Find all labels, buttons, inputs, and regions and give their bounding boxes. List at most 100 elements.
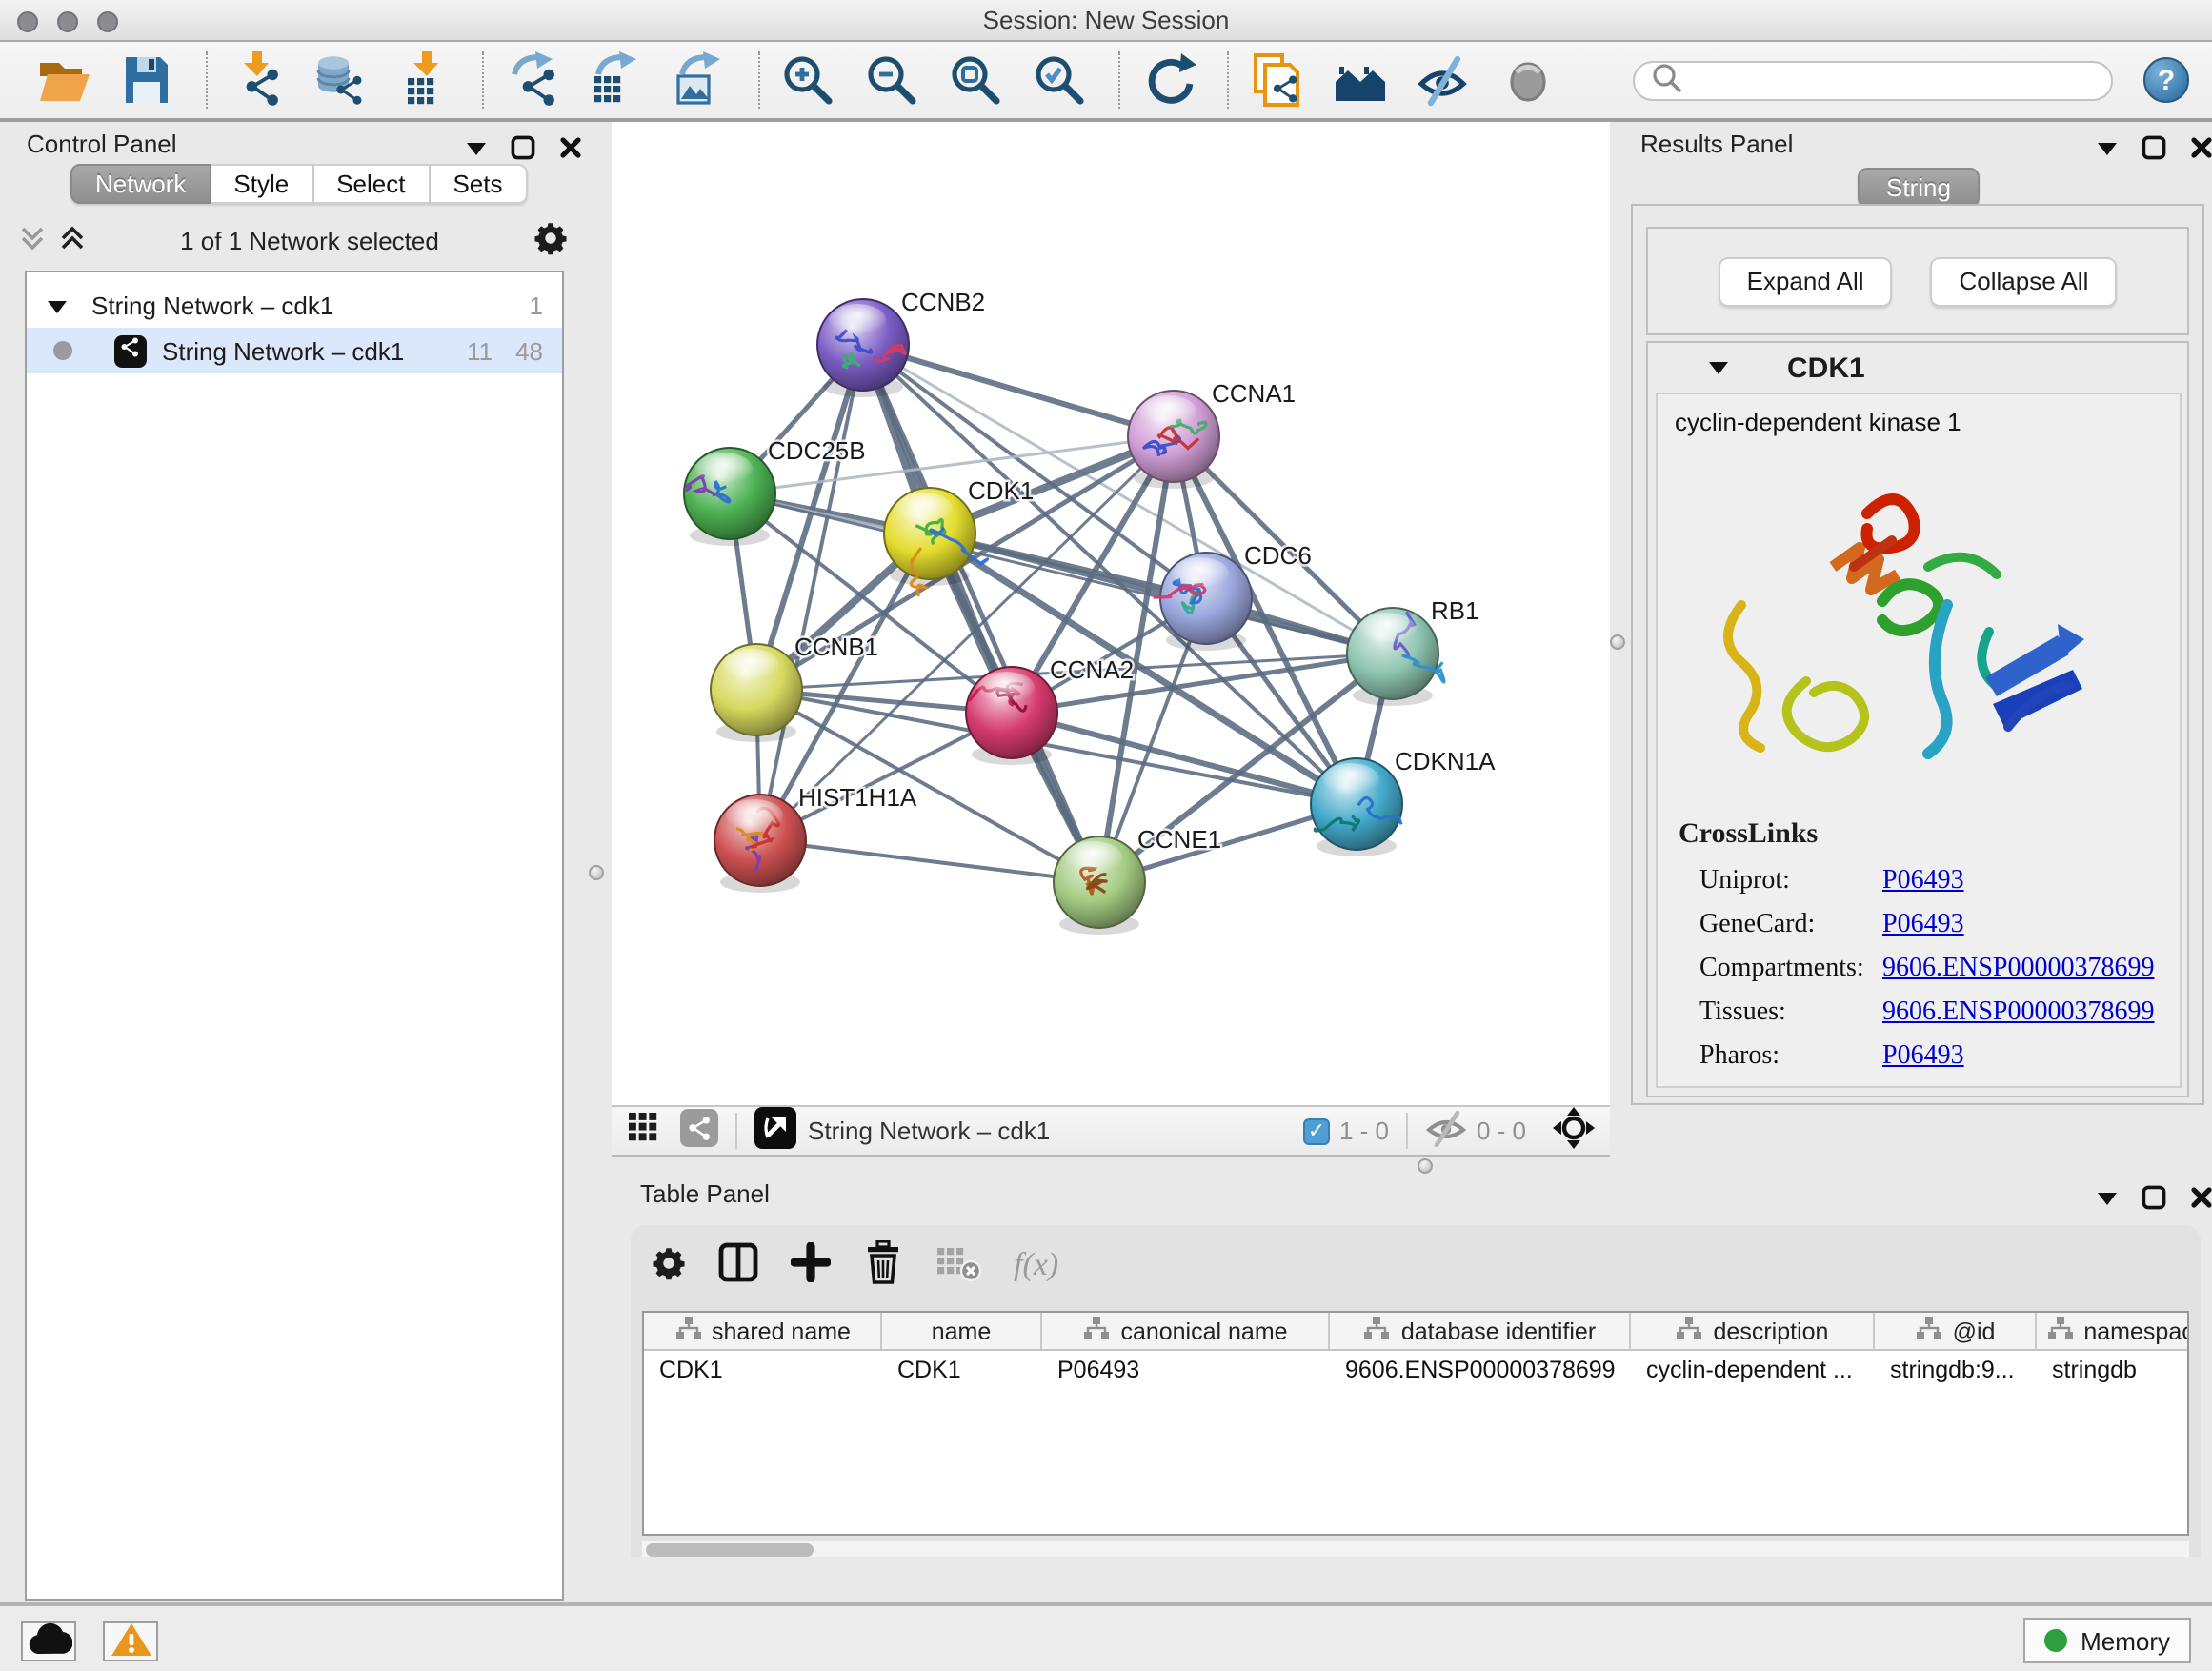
zoom-in-button[interactable]: [779, 50, 836, 111]
expand-all-tree-icon[interactable]: [59, 224, 86, 256]
hidden-eye-icon[interactable]: [1425, 1109, 1467, 1153]
column-header-description[interactable]: description: [1631, 1313, 1875, 1349]
table-options-gear-icon[interactable]: [652, 1245, 686, 1285]
column-header-shared-name[interactable]: shared name: [644, 1313, 882, 1349]
tab-select[interactable]: Select: [313, 164, 430, 204]
close-window-icon[interactable]: [17, 11, 38, 32]
open-session-icon: [34, 51, 91, 109]
horizontal-splitter-handle[interactable]: [1418, 1158, 1433, 1174]
network-options-gear-icon[interactable]: [533, 220, 568, 260]
panel-close-icon[interactable]: [558, 135, 583, 160]
open-in-window-icon[interactable]: [754, 1107, 796, 1155]
panel-close-icon[interactable]: [2189, 1185, 2212, 1210]
zoom-selected-icon: [1031, 51, 1088, 109]
panel-menu-icon[interactable]: [465, 140, 488, 155]
collection-expander-icon[interactable]: [46, 291, 69, 319]
table-horizontal-scrollbar[interactable]: [642, 1541, 2189, 1557]
column-header-namespace[interactable]: namespace: [2037, 1313, 2189, 1349]
crosslink-label: Pharos:: [1699, 1041, 1882, 1072]
fit-content-crosshair-icon[interactable]: [1553, 1107, 1595, 1155]
expand-all-button[interactable]: Expand All: [1719, 256, 1893, 306]
show-all-button[interactable]: [1499, 50, 1557, 111]
style-document-button[interactable]: [1248, 50, 1305, 111]
import-database-button[interactable]: [311, 50, 368, 111]
collapse-all-button[interactable]: Collapse All: [1931, 256, 2118, 306]
crosslink-label: GeneCard:: [1699, 910, 1882, 940]
search-input[interactable]: [1684, 67, 2096, 93]
hide-selected-button[interactable]: [1416, 50, 1473, 111]
column-header-database-identifier[interactable]: database identifier: [1330, 1313, 1631, 1349]
panel-float-icon[interactable]: [2142, 135, 2166, 160]
crosslink-link[interactable]: P06493: [1882, 910, 1964, 940]
panel-menu-icon[interactable]: [2096, 1190, 2119, 1205]
save-session-button[interactable]: [118, 50, 175, 111]
crosslink-link[interactable]: P06493: [1882, 1041, 1964, 1072]
panel-float-icon[interactable]: [2142, 1185, 2166, 1210]
warnings-button[interactable]: [103, 1621, 158, 1661]
network-row-selected[interactable]: String Network – cdk1 11 48: [27, 328, 562, 373]
table-panel-body: f(x) shared namenamecanonical namedataba…: [631, 1225, 2201, 1557]
tab-network[interactable]: Network: [70, 164, 211, 204]
crosslink-link[interactable]: 9606.ENSP00000378699: [1882, 954, 2154, 984]
node-HIST1H1A[interactable]: HIST1H1A: [714, 783, 917, 893]
tab-style[interactable]: Style: [211, 164, 313, 204]
crosslink-link[interactable]: 9606.ENSP00000378699: [1882, 997, 2154, 1028]
node-label-CCNB1: CCNB1: [794, 633, 878, 661]
cell-namespace: stringdb: [2037, 1356, 2189, 1382]
cloud-button[interactable]: [21, 1621, 76, 1661]
refresh-layout-button[interactable]: [1139, 50, 1196, 111]
export-table-button[interactable]: [587, 50, 644, 111]
scrollbar-thumb[interactable]: [646, 1542, 814, 1556]
column-header-canonical-name[interactable]: canonical name: [1042, 1313, 1330, 1349]
column-header-@id[interactable]: @id: [1875, 1313, 2037, 1349]
search-field[interactable]: [1633, 60, 2113, 100]
protein-collapse-icon[interactable]: [1707, 354, 1730, 381]
zoom-selected-button[interactable]: [1031, 50, 1088, 111]
column-header-name[interactable]: name: [882, 1313, 1042, 1349]
export-image-button[interactable]: [671, 50, 728, 111]
help-button[interactable]: ?: [2143, 57, 2189, 103]
collapse-all-tree-icon[interactable]: [19, 224, 46, 256]
network-canvas[interactable]: CCNB2 CCNA1 CDC25B CDK1 CDC6: [612, 122, 1610, 1105]
zoom-fit-button[interactable]: [947, 50, 1004, 111]
add-column-icon[interactable]: [791, 1242, 831, 1288]
grid-view-icon[interactable]: [627, 1111, 661, 1151]
edge-HIST1H1A-CCNE1[interactable]: [760, 840, 1099, 882]
node-CCNA2[interactable]: CCNA2: [966, 655, 1134, 765]
export-network-button[interactable]: [503, 50, 560, 111]
first-neighbors-button[interactable]: [1332, 50, 1389, 111]
node-CCNE1[interactable]: CCNE1: [1054, 825, 1221, 935]
panel-float-icon[interactable]: [511, 135, 535, 160]
show-columns-icon[interactable]: [718, 1242, 758, 1288]
function-builder-icon[interactable]: f(x): [1014, 1246, 1058, 1284]
save-session-icon: [118, 51, 175, 109]
right-splitter-handle[interactable]: [1610, 634, 1625, 650]
zoom-window-icon[interactable]: [97, 11, 118, 32]
tab-sets[interactable]: Sets: [430, 164, 527, 204]
birdseye-share-icon[interactable]: [680, 1109, 718, 1153]
selected-checkbox[interactable]: ✓: [1303, 1117, 1330, 1144]
network-collection-row[interactable]: String Network – cdk1 1: [27, 282, 562, 328]
minimize-window-icon[interactable]: [57, 11, 78, 32]
node-RB1[interactable]: RB1: [1347, 596, 1479, 706]
node-CDKN1A[interactable]: CDKN1A: [1311, 747, 1496, 856]
main-toolbar: ?: [0, 42, 2212, 122]
memory-button[interactable]: Memory: [2023, 1618, 2191, 1663]
import-network-button[interactable]: [227, 50, 284, 111]
panel-close-icon[interactable]: [2189, 135, 2212, 160]
network-node-count: 11: [467, 336, 493, 365]
tab-string[interactable]: String: [1858, 168, 1980, 208]
edge-CCNB2-HIST1H1A[interactable]: [760, 345, 863, 840]
network-selection-status: 1 of 1 Network selected: [86, 226, 533, 254]
table-row[interactable]: CDK1CDK1P064939606.ENSP00000378699cyclin…: [644, 1351, 2187, 1387]
open-session-button[interactable]: [34, 50, 91, 111]
panel-menu-icon[interactable]: [2096, 140, 2119, 155]
import-table-button[interactable]: [394, 50, 452, 111]
node-CCNB1[interactable]: CCNB1: [711, 633, 878, 742]
delete-column-icon[interactable]: [863, 1240, 903, 1290]
crosslink-link[interactable]: P06493: [1882, 866, 1964, 896]
left-splitter-handle[interactable]: [589, 865, 604, 880]
delete-table-icon[interactable]: [935, 1243, 981, 1287]
toolbar-separator: [1227, 51, 1229, 109]
zoom-out-button[interactable]: [863, 50, 920, 111]
